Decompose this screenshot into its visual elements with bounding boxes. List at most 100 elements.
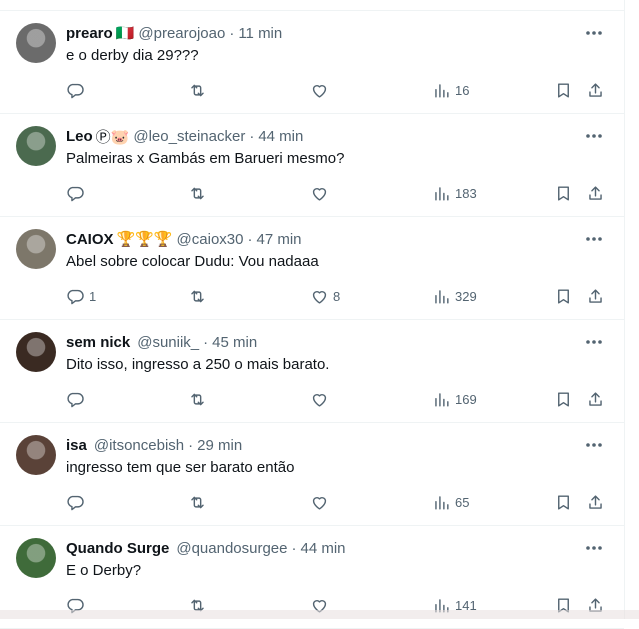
- views-button[interactable]: 183: [432, 181, 477, 205]
- tweet-header: sem nick @suniik_ · 45 min: [66, 332, 257, 352]
- tweet-time[interactable]: 47 min: [256, 231, 301, 248]
- views-icon: [435, 392, 449, 407]
- retweet-icon: [191, 290, 204, 302]
- views-icon: [435, 289, 449, 304]
- action-bar: 16: [0, 78, 624, 102]
- more-options-icon[interactable]: [584, 435, 604, 455]
- view-count: 183: [455, 185, 477, 201]
- author-emoji: 🇮🇹: [115, 25, 135, 42]
- retweet-icon: [191, 84, 204, 96]
- author-handle[interactable]: @itsoncebish: [94, 437, 184, 454]
- avatar[interactable]: [16, 538, 56, 578]
- avatar[interactable]: [16, 23, 56, 63]
- author-handle[interactable]: @prearojoao: [138, 25, 225, 42]
- share-icon: [589, 288, 602, 303]
- like-button[interactable]: [310, 490, 333, 514]
- reply-icon: [67, 495, 84, 510]
- tweet-text: ingresso tem que ser barato então: [66, 459, 295, 476]
- tweet-time[interactable]: 44 min: [258, 128, 303, 145]
- bookmark-button[interactable]: [554, 181, 573, 205]
- author-handle[interactable]: @suniik_: [137, 334, 199, 351]
- reply-button[interactable]: [66, 181, 89, 205]
- author-name[interactable]: isa: [66, 437, 87, 454]
- tweet-text: Palmeiras x Gambás em Barueri mesmo?: [66, 150, 345, 167]
- like-count: 8: [333, 288, 341, 304]
- reply-button[interactable]: [66, 78, 89, 102]
- share-button[interactable]: [586, 78, 605, 102]
- reply-button[interactable]: 1: [66, 284, 96, 308]
- share-button[interactable]: [586, 387, 605, 411]
- reply-button[interactable]: [66, 387, 89, 411]
- retweet-button[interactable]: [188, 181, 211, 205]
- author-handle[interactable]: @leo_steinacker: [133, 128, 245, 145]
- retweet-button[interactable]: [188, 284, 211, 308]
- separator-dot: ·: [203, 333, 209, 351]
- reply-icon: [67, 83, 84, 98]
- reply-feed: prearo 🇮🇹 @prearojoao · 11 min e o derby…: [0, 0, 625, 629]
- retweet-button[interactable]: [188, 78, 211, 102]
- tweet[interactable]: isa @itsoncebish · 29 min ingresso tem q…: [0, 423, 624, 526]
- tweet-text: Abel sobre colocar Dudu: Vou nadaaa: [66, 253, 319, 270]
- views-button[interactable]: 16: [432, 78, 469, 102]
- tweet[interactable]: prearo 🇮🇹 @prearojoao · 11 min e o derby…: [0, 11, 624, 114]
- avatar[interactable]: [16, 229, 56, 269]
- author-emoji: 🏆🏆🏆: [116, 231, 173, 248]
- bookmark-icon: [558, 391, 569, 407]
- author-name[interactable]: prearo: [66, 25, 113, 42]
- tweet[interactable]: CAIOX 🏆🏆🏆 @caiox30 · 47 min Abel sobre c…: [0, 217, 624, 320]
- view-count: 329: [455, 288, 477, 304]
- share-button[interactable]: [586, 181, 605, 205]
- views-button[interactable]: 65: [432, 490, 469, 514]
- share-button[interactable]: [586, 490, 605, 514]
- bookmark-icon: [558, 82, 569, 98]
- like-button[interactable]: [310, 387, 333, 411]
- tweet-time[interactable]: 44 min: [301, 540, 346, 557]
- bookmark-button[interactable]: [554, 284, 573, 308]
- bookmark-button[interactable]: [554, 78, 573, 102]
- avatar[interactable]: [16, 126, 56, 166]
- bookmark-button[interactable]: [554, 490, 573, 514]
- author-name[interactable]: Leo: [66, 128, 93, 145]
- more-options-icon[interactable]: [584, 538, 604, 558]
- tweet-header: Leo Ⓟ🐷 @leo_steinacker · 44 min: [66, 126, 303, 146]
- tweet[interactable]: sem nick @suniik_ · 45 min Dito isso, in…: [0, 320, 624, 423]
- retweet-button[interactable]: [188, 490, 211, 514]
- tweet-time[interactable]: 29 min: [197, 437, 242, 454]
- author-handle[interactable]: @quandosurgee: [176, 540, 287, 557]
- views-icon: [435, 83, 449, 98]
- tweet-header: isa @itsoncebish · 29 min: [66, 435, 242, 455]
- bookmark-button[interactable]: [554, 387, 573, 411]
- more-options-icon[interactable]: [584, 126, 604, 146]
- tweet[interactable]: Leo Ⓟ🐷 @leo_steinacker · 44 min Palmeira…: [0, 114, 624, 217]
- more-options-icon[interactable]: [584, 332, 604, 352]
- retweet-button[interactable]: [188, 387, 211, 411]
- author-handle[interactable]: @caiox30: [177, 231, 244, 248]
- retweet-icon: [191, 187, 204, 199]
- more-options-icon[interactable]: [584, 229, 604, 249]
- tweet-time[interactable]: 45 min: [212, 334, 257, 351]
- author-name[interactable]: sem nick: [66, 334, 130, 351]
- like-button[interactable]: 8: [310, 284, 340, 308]
- like-button[interactable]: [310, 181, 333, 205]
- author-emoji: Ⓟ🐷: [95, 128, 130, 146]
- heart-icon: [312, 393, 327, 407]
- share-button[interactable]: [586, 284, 605, 308]
- views-button[interactable]: 169: [432, 387, 477, 411]
- share-icon: [589, 185, 602, 200]
- avatar[interactable]: [16, 332, 56, 372]
- share-icon: [589, 494, 602, 509]
- author-name[interactable]: Quando Surge: [66, 540, 169, 557]
- tweet-text: E o Derby?: [66, 562, 142, 579]
- tweet-time[interactable]: 11 min: [238, 25, 282, 42]
- views-icon: [435, 495, 449, 510]
- view-count: 65: [455, 494, 470, 510]
- retweet-icon: [191, 496, 204, 508]
- more-options-icon[interactable]: [584, 23, 604, 43]
- author-name[interactable]: CAIOX: [66, 231, 114, 248]
- view-count: 169: [455, 391, 477, 407]
- like-button[interactable]: [310, 78, 333, 102]
- views-button[interactable]: 329: [432, 284, 477, 308]
- reply-button[interactable]: [66, 490, 89, 514]
- separator-dot: ·: [291, 539, 297, 557]
- avatar[interactable]: [16, 435, 56, 475]
